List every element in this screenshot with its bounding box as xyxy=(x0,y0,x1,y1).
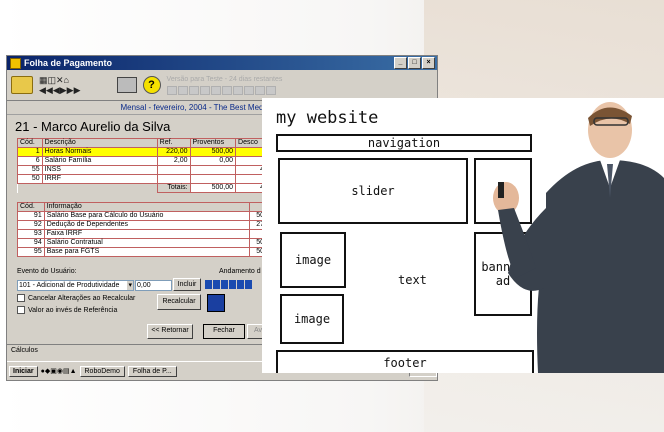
col-code: Cód. xyxy=(17,202,45,212)
progress-bar xyxy=(205,280,252,289)
wireframe-slider: slider xyxy=(278,158,468,224)
col-info: Informação xyxy=(43,202,250,212)
window-title: Folha de Pagamento xyxy=(24,58,113,68)
nav-icons[interactable]: ▦◫✕⌂ ◀◀◀▶▶▶ xyxy=(39,75,81,95)
value-reference-checkbox[interactable]: Valor ao invés de Referência xyxy=(17,306,117,314)
table-row[interactable]: 95 Base para FGTS 50 xyxy=(17,247,268,257)
folder-icon[interactable] xyxy=(11,76,33,94)
recalc-button[interactable]: Recalcular xyxy=(157,294,201,310)
calendar-icon[interactable] xyxy=(207,294,225,312)
chevron-down-icon: ▾ xyxy=(127,281,133,290)
maximize-button[interactable]: □ xyxy=(408,57,421,69)
table-row[interactable]: 55 INSS 4 xyxy=(17,165,267,175)
checkbox-icon xyxy=(17,306,25,314)
table-row[interactable]: 94 Salário Contratual 50 xyxy=(17,238,268,248)
close-app-button[interactable]: Fechar xyxy=(203,324,245,339)
col-description: Descrição xyxy=(41,138,158,148)
col-proventos: Proventos xyxy=(189,138,237,148)
wireframe-image-2: image xyxy=(280,294,344,344)
cancel-changes-checkbox[interactable]: Cancelar Alterações ao Recalcular xyxy=(17,294,135,302)
col-ref: Ref. xyxy=(156,138,191,148)
table-row[interactable]: 6 Salário Família 2,00 0,00 xyxy=(17,156,267,166)
table-row[interactable]: 91 Salário Base para Cálculo do Usuário … xyxy=(17,211,268,221)
minimize-button[interactable]: _ xyxy=(394,57,407,69)
businessman-figure xyxy=(493,102,664,373)
help-icon[interactable]: ? xyxy=(142,76,161,94)
include-button[interactable]: Incluir xyxy=(173,278,201,291)
info-table: Cód. Informação 91 Salário Base para Cál… xyxy=(17,202,268,257)
table-row[interactable]: 93 Faixa IRRF xyxy=(17,229,268,239)
event-value-input[interactable]: 0,00 xyxy=(135,280,172,291)
col-code: Cód. xyxy=(17,138,43,148)
progress-label: Andamento d xyxy=(219,268,261,275)
toolbar: ▦◫✕⌂ ◀◀◀▶▶▶ ? Versão para Teste - 24 dias… xyxy=(7,70,437,101)
close-button[interactable]: × xyxy=(422,57,435,69)
quicklaunch-icons[interactable]: ●◆▣◉▤▲ xyxy=(41,367,77,375)
wireframe-text: text xyxy=(398,273,427,287)
start-button[interactable]: Iniciar xyxy=(9,365,38,377)
version-text: Versão para Teste - 24 dias restantes xyxy=(166,76,283,83)
earnings-table: Cód. Descrição Ref. Proventos Desco 1 Ho… xyxy=(17,138,267,193)
title-bar: Folha de Pagamento _ □ × xyxy=(7,56,437,70)
table-row[interactable]: 1 Horas Normais 220,00 500,00 xyxy=(17,147,267,157)
printer-icon[interactable] xyxy=(116,77,137,93)
checkbox-icon xyxy=(17,294,25,302)
back-button[interactable]: << Retornar xyxy=(147,324,193,339)
whiteboard-heading: my website xyxy=(276,108,379,128)
wireframe-image-1: image xyxy=(280,232,346,288)
table-row[interactable]: 50 IRRF xyxy=(17,174,267,184)
event-select[interactable]: 101 - Adicional de Produtividade ▾ xyxy=(17,280,134,291)
app-icon xyxy=(10,57,21,69)
totals-row: Totais: 500,00 4 xyxy=(17,183,267,193)
table-row[interactable]: 92 Dedução de Dependentes 27 xyxy=(17,220,268,230)
event-label: Evento do Usuário: xyxy=(17,268,77,275)
task-folha[interactable]: Folha de P... xyxy=(127,365,177,377)
trial-progress xyxy=(166,86,283,95)
task-robodemo[interactable]: RoboDemo xyxy=(79,365,125,377)
whiteboard: my website navigation slider image text … xyxy=(262,98,664,373)
